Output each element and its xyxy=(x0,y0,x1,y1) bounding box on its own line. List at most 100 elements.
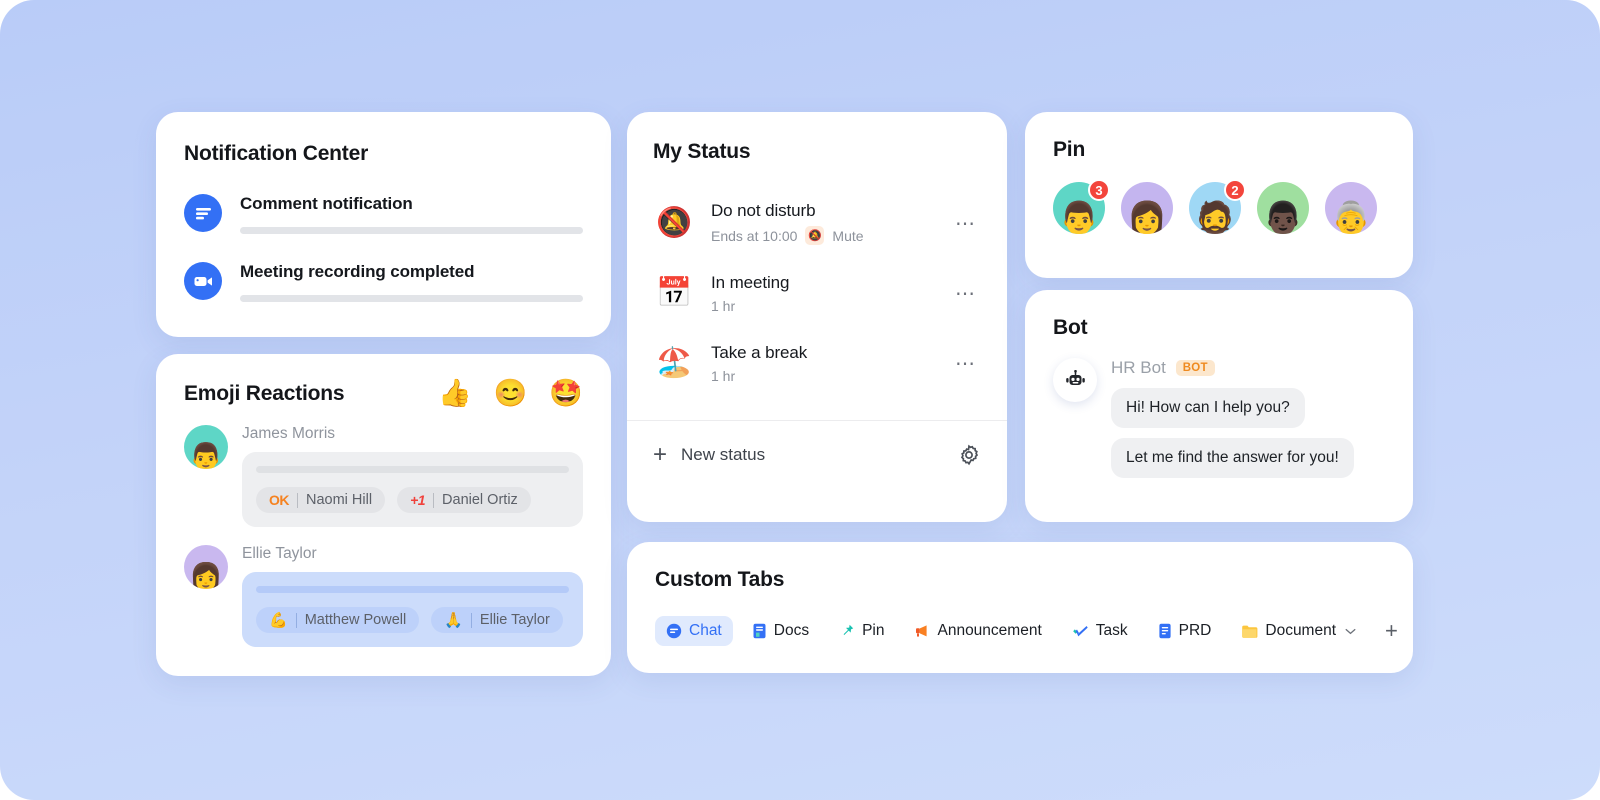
reaction-block: 👨 James Morris OK Naomi Hill +1 Daniel O… xyxy=(184,425,583,527)
notification-center-card: Notification Center Comment notification xyxy=(156,112,611,337)
pin-card: Pin 👨 3 👩 🧔 2 👨🏿 👵 xyxy=(1025,112,1413,278)
bot-title: Bot xyxy=(1053,316,1088,339)
reaction-pill[interactable]: 🙏 Ellie Taylor xyxy=(431,607,563,633)
status-item-texts: Take a break 1 hr xyxy=(711,343,935,384)
tab-label: Document xyxy=(1265,622,1337,639)
reaction-placeholder-bar xyxy=(256,466,569,473)
reaction-user-name: James Morris xyxy=(242,425,336,442)
tab-prd[interactable]: PRD xyxy=(1147,616,1223,646)
status-item-ends-at: Ends at 10:00 xyxy=(711,227,798,244)
tab-label: Chat xyxy=(689,622,722,639)
reaction-pill-user: Naomi Hill xyxy=(306,492,373,508)
avatar: 👨🏿 xyxy=(1257,182,1309,234)
status-item-take-a-break[interactable]: 🏖️ Take a break 1 hr ⋯ xyxy=(653,328,981,398)
notification-item[interactable]: Comment notification xyxy=(184,192,583,234)
avatar: 👩 xyxy=(1121,182,1173,234)
avatar-face: 🧔 xyxy=(1195,200,1235,234)
bell-slash-emoji: 🔕 xyxy=(655,206,693,239)
my-status-footer: + New status xyxy=(627,421,1007,467)
docs-icon xyxy=(752,623,767,639)
bot-card: Bot HR Bot BOT Hi! How can I help you? L… xyxy=(1025,290,1413,522)
pin-avatar-item[interactable]: 👨🏿 xyxy=(1257,182,1309,234)
tab-pin[interactable]: Pin xyxy=(828,616,895,646)
status-more-button[interactable]: ⋯ xyxy=(951,281,981,306)
notification-item[interactable]: Meeting recording completed xyxy=(184,260,583,302)
gear-icon[interactable] xyxy=(957,443,981,467)
status-item-label: Take a break xyxy=(711,342,808,362)
notification-placeholder-bar xyxy=(240,295,583,302)
reaction-placeholder-bar xyxy=(256,586,569,593)
avatar-face: 👩 xyxy=(1127,200,1167,234)
status-item-duration: 1 hr xyxy=(711,297,736,314)
new-status-label: New status xyxy=(681,445,766,464)
bot-identity: HR Bot BOT xyxy=(1111,358,1385,378)
reaction-pill[interactable]: 💪 Matthew Powell xyxy=(256,607,420,633)
status-item-do-not-disturb[interactable]: 🔕 Do not disturb Ends at 10:00 🔕 Mute ⋯ xyxy=(653,188,981,258)
status-item-label: Do not disturb xyxy=(711,201,816,220)
plus-icon: + xyxy=(653,441,668,468)
beach-umbrella-emoji: 🏖️ xyxy=(655,346,693,379)
avatar-face: 👩 xyxy=(189,562,223,590)
tab-chat[interactable]: Chat xyxy=(655,616,733,646)
custom-tabs-card: Custom Tabs Chat Docs Pin Announcement T… xyxy=(627,542,1413,673)
pushpin-icon xyxy=(839,623,855,639)
status-item-in-meeting[interactable]: 📅 In meeting 1 hr ⋯ xyxy=(653,258,981,328)
status-more-button[interactable]: ⋯ xyxy=(951,211,981,236)
bot-messages: HR Bot BOT Hi! How can I help you? Let m… xyxy=(1111,358,1385,478)
my-status-card: My Status 🔕 Do not disturb Ends at 10:00… xyxy=(627,112,1007,522)
chevron-down-icon[interactable] xyxy=(1345,628,1356,635)
reaction-panel: OK Naomi Hill +1 Daniel Ortiz xyxy=(242,452,583,527)
status-list: 🔕 Do not disturb Ends at 10:00 🔕 Mute ⋯ … xyxy=(653,188,981,398)
megaphone-icon xyxy=(914,623,930,639)
avatar-face: 👨 xyxy=(1059,200,1099,234)
pin-avatar-item[interactable]: 👩 xyxy=(1121,182,1173,234)
add-tab-button[interactable]: + xyxy=(1375,614,1408,648)
my-status-body: My Status 🔕 Do not disturb Ends at 10:00… xyxy=(627,112,1007,398)
tab-task[interactable]: Task xyxy=(1061,616,1139,646)
notification-item-body: Meeting recording completed xyxy=(240,260,583,302)
flexed-biceps-emoji: 💪 xyxy=(269,611,288,629)
status-item-mute-label: Mute xyxy=(832,227,864,244)
reaction-pill-user: Ellie Taylor xyxy=(479,612,550,628)
bot-message-bubble: Hi! How can I help you? xyxy=(1111,388,1305,428)
avatar-face: 👵 xyxy=(1331,200,1371,234)
reaction-user-name: Ellie Taylor xyxy=(242,545,317,562)
app-background: Notification Center Comment notification xyxy=(0,0,1600,800)
done-face-emoji[interactable]: 😊 xyxy=(494,380,528,407)
reaction-pill[interactable]: OK Naomi Hill xyxy=(256,487,386,513)
notification-list: Comment notification Meeting recording c… xyxy=(184,192,583,302)
check-task-icon xyxy=(1072,623,1089,639)
tab-docs[interactable]: Docs xyxy=(741,616,820,646)
notification-item-label: Comment notification xyxy=(240,194,413,213)
emoji-reactions-card: Emoji Reactions 👍 😊 🤩 👨 James Morris OK xyxy=(156,354,611,676)
pin-title: Pin xyxy=(1053,138,1086,161)
avatar-face: 👨 xyxy=(189,442,223,470)
my-status-title: My Status xyxy=(653,140,751,163)
pin-avatar-item[interactable]: 🧔 2 xyxy=(1189,179,1246,234)
new-status-button[interactable]: + New status xyxy=(653,443,765,467)
status-item-texts: In meeting 1 hr xyxy=(711,273,935,314)
status-more-button[interactable]: ⋯ xyxy=(951,351,981,376)
star-struck-emoji[interactable]: 🤩 xyxy=(549,380,583,407)
tab-announcement[interactable]: Announcement xyxy=(903,616,1052,646)
unread-badge: 3 xyxy=(1088,179,1110,201)
tab-document[interactable]: Document xyxy=(1230,616,1367,646)
pin-avatar-item[interactable]: 👵 xyxy=(1325,182,1377,234)
bot-conversation: HR Bot BOT Hi! How can I help you? Let m… xyxy=(1053,358,1385,478)
status-item-subtitle: 1 hr xyxy=(711,298,935,314)
notification-item-body: Comment notification xyxy=(240,192,583,234)
pin-avatar-item[interactable]: 👨 3 xyxy=(1053,179,1110,234)
tab-label: Docs xyxy=(773,622,810,639)
mute-bell-icon: 🔕 xyxy=(805,226,825,245)
tab-label: PRD xyxy=(1178,622,1212,639)
notification-center-title: Notification Center xyxy=(184,142,369,165)
status-item-subtitle: Ends at 10:00 🔕 Mute xyxy=(711,226,935,245)
bot-badge: BOT xyxy=(1175,360,1215,376)
reaction-pill-user: Daniel Ortiz xyxy=(442,492,518,508)
custom-tabs-row: Chat Docs Pin Announcement Task PRD Docu… xyxy=(655,614,1398,648)
comment-lines-icon xyxy=(184,194,222,232)
thumbs-up-emoji[interactable]: 👍 xyxy=(438,380,472,407)
reaction-pill[interactable]: +1 Daniel Ortiz xyxy=(397,487,531,513)
emoji-reactions-title: Emoji Reactions xyxy=(184,381,345,405)
folder-icon xyxy=(1241,624,1258,639)
